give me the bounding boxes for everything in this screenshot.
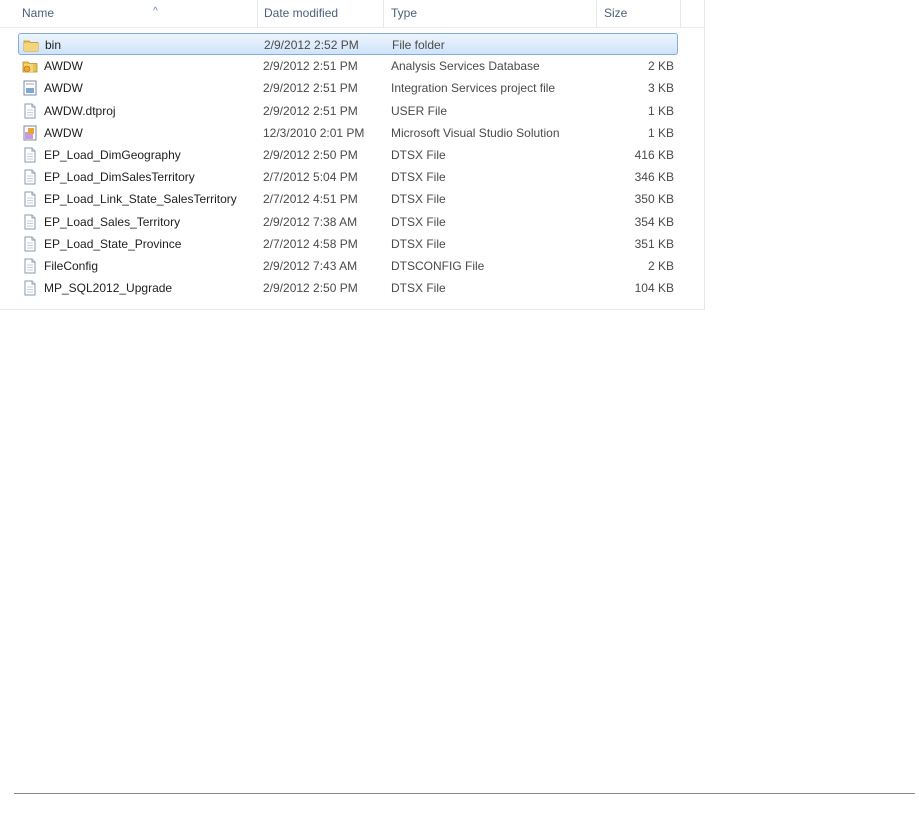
generic-file-icon (22, 169, 38, 185)
file-type: DTSCONFIG File (391, 259, 485, 273)
file-date-modified: 2/9/2012 2:51 PM (263, 59, 358, 73)
file-date-modified: 2/9/2012 2:51 PM (263, 81, 358, 95)
file-name: EP_Load_Sales_Territory (44, 215, 181, 229)
file-name: AWDW (44, 126, 83, 140)
file-type: DTSX File (391, 170, 446, 184)
file-date-modified: 2/7/2012 5:04 PM (263, 170, 358, 184)
file-type: DTSX File (391, 237, 446, 251)
generic-file-icon (22, 236, 38, 252)
file-date-modified: 2/9/2012 2:50 PM (263, 148, 358, 162)
integration-services-project-icon (22, 80, 38, 96)
file-name: bin (45, 38, 62, 52)
column-header-type[interactable]: Type (384, 0, 597, 27)
file-name: EP_Load_Link_State_SalesTerritory (44, 192, 237, 206)
file-type: Analysis Services Database (391, 59, 540, 73)
file-name: MP_SQL2012_Upgrade (44, 281, 173, 295)
file-row[interactable]: AWDW 2/9/2012 2:51 PM Integration Services… (18, 77, 678, 99)
file-size: 346 KB (634, 170, 674, 184)
file-size: 2 KB (647, 59, 674, 73)
visual-studio-solution-icon (22, 125, 38, 141)
column-header-name-label: Name (22, 6, 55, 20)
file-type: Microsoft Visual Studio Solution (391, 126, 560, 140)
file-type: DTSX File (391, 281, 446, 295)
column-header-name[interactable]: Name ^ (22, 0, 258, 27)
generic-file-icon (22, 191, 38, 207)
column-header-size-label: Size (604, 6, 628, 20)
file-date-modified: 2/9/2012 2:52 PM (264, 38, 359, 52)
file-type: USER File (391, 104, 448, 118)
file-date-modified: 2/9/2012 7:43 AM (263, 259, 358, 273)
file-name: EP_Load_DimGeography (44, 148, 181, 162)
file-size: 2 KB (647, 259, 674, 273)
file-row[interactable]: MP_SQL2012_Upgrade 2/9/2012 2:50 PM DTSX F… (18, 277, 678, 299)
column-header-size[interactable]: Size (597, 0, 681, 27)
file-date-modified: 2/7/2012 4:58 PM (263, 237, 358, 251)
horizontal-divider (14, 793, 915, 794)
column-header-date-label: Date modified (264, 6, 339, 20)
file-row[interactable]: AWDW 2/9/2012 2:51 PM Analysis Services Da… (18, 55, 678, 77)
generic-file-icon (22, 214, 38, 230)
file-name: AWDW.dtproj (44, 104, 116, 118)
file-type: DTSX File (391, 215, 446, 229)
generic-file-icon (22, 103, 38, 119)
file-row[interactable]: FileConfig 2/9/2012 7:43 AM DTSCONFIG File… (18, 255, 678, 277)
column-header-type-label: Type (391, 6, 418, 20)
folder-icon (23, 37, 39, 53)
file-date-modified: 12/3/2010 2:01 PM (263, 126, 365, 140)
file-name: AWDW (44, 59, 83, 73)
file-row[interactable]: EP_Load_DimSalesTerritory 2/7/2012 5:04 P… (18, 166, 678, 188)
file-row-selected[interactable]: bin 2/9/2012 2:52 PM File folder (18, 33, 678, 55)
file-size: 354 KB (634, 215, 674, 229)
file-name: EP_Load_State_Province (44, 237, 182, 251)
column-header-bar: Name ^ Date modified Type Size (0, 0, 704, 28)
file-date-modified: 2/9/2012 2:51 PM (263, 104, 358, 118)
analysis-services-database-icon (22, 58, 38, 74)
file-row[interactable]: EP_Load_DimGeography 2/9/2012 2:50 PM DTSX… (18, 144, 678, 166)
generic-file-icon (22, 280, 38, 296)
file-row[interactable]: AWDW 12/3/2010 2:01 PM Microsoft Visual St… (18, 122, 678, 144)
generic-file-icon (22, 258, 38, 274)
file-row[interactable]: EP_Load_Link_State_SalesTerritory 2/7/201… (18, 188, 678, 210)
file-name: EP_Load_DimSalesTerritory (44, 170, 195, 184)
file-size: 416 KB (634, 148, 674, 162)
column-header-date[interactable]: Date modified (258, 0, 384, 27)
file-row[interactable]: AWDW.dtproj 2/9/2012 2:51 PM USER File 1 KB (18, 100, 678, 122)
file-name: AWDW (44, 81, 83, 95)
file-size: 351 KB (634, 237, 674, 251)
file-size: 104 KB (634, 281, 674, 295)
file-date-modified: 2/9/2012 7:38 AM (263, 215, 358, 229)
generic-file-icon (22, 147, 38, 163)
file-size (594, 34, 675, 56)
file-type: DTSX File (391, 148, 446, 162)
file-row[interactable]: EP_Load_Sales_Territory 2/9/2012 7:38 AM D… (18, 211, 678, 233)
file-row[interactable]: EP_Load_State_Province 2/7/2012 4:58 PM DT… (18, 233, 678, 255)
file-type: Integration Services project file (391, 81, 556, 95)
file-name: FileConfig (44, 259, 99, 273)
sort-ascending-icon: ^ (153, 6, 158, 17)
file-date-modified: 2/7/2012 4:51 PM (263, 192, 358, 206)
file-type: DTSX File (391, 192, 446, 206)
file-list-pane: Name ^ Date modified Type Size bin 2/9/20… (0, 0, 705, 310)
file-size: 3 KB (647, 81, 674, 95)
file-size: 350 KB (634, 192, 674, 206)
file-size: 1 KB (647, 104, 674, 118)
file-date-modified: 2/9/2012 2:50 PM (263, 281, 358, 295)
file-size: 1 KB (647, 126, 674, 140)
file-type: File folder (392, 38, 445, 52)
